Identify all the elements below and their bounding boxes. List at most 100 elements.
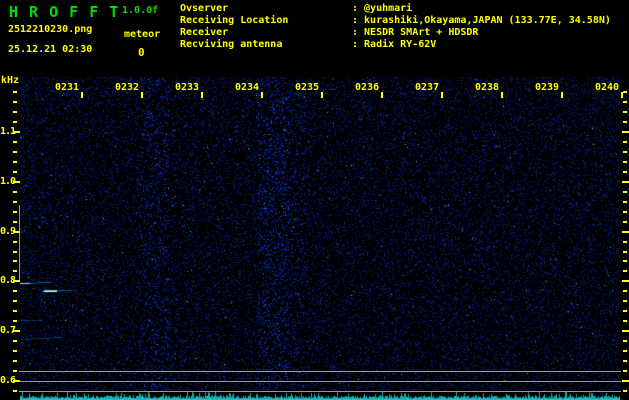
info-label: Receiver [180,27,229,38]
freq-tick-right [622,330,629,332]
time-tick [561,92,563,98]
time-tick [81,92,83,98]
time-tick [441,92,443,98]
time-tick-label: 0231 [55,82,80,93]
freq-tick-left [13,251,17,253]
freq-tick-right [623,320,627,322]
freq-tick-right [623,260,627,262]
freq-tick-label: 0.9 [0,226,16,237]
info-label: Ovserver [180,3,229,14]
freq-tick-left [13,91,17,93]
hrofft-screen: H R O F F T 1.0.0f 2512210230.png meteor… [0,0,629,400]
time-tick-label: 0238 [475,82,500,93]
freq-tick-right [623,370,627,372]
freq-tick-left [13,121,17,123]
freq-tick-right [623,121,627,123]
time-tick-label: 0239 [535,82,560,93]
freq-tick-right [623,151,627,153]
time-tick-label: 0233 [175,82,200,93]
freq-tick-label: 1.1 [0,126,16,137]
meteor-count: 0 [138,46,145,59]
time-tick-label: 0232 [115,82,140,93]
time-tick [621,92,623,98]
observation-tag: meteor [124,29,161,40]
freq-tick-left [13,161,17,163]
info-value: : @yuhmari [352,3,413,14]
freq-tick-left [13,111,17,113]
time-tick-label: 0236 [355,82,380,93]
station-info-row: Receiving Location : kurashiki,Okayama,JA… [180,15,611,27]
freq-tick-right [623,191,627,193]
time-tick-label: 0237 [415,82,440,93]
app-version: 1.0.0f [122,5,159,16]
freq-tick-right [622,380,629,382]
freq-tick-left [13,151,17,153]
freq-tick-right [623,340,627,342]
freq-tick-right [623,241,627,243]
info-label: Recviving antenna [180,39,283,50]
freq-tick-left [13,320,17,322]
freq-tick-right [623,101,627,103]
freq-tick-left [13,300,17,302]
freq-tick-label: 0.8 [0,275,16,286]
freq-tick-right [623,161,627,163]
freq-tick-right [623,390,627,392]
reference-line [19,391,621,392]
freq-tick-right [623,111,627,113]
freq-tick-left [13,360,17,362]
time-tick-label: 0240 [595,82,620,93]
time-tick-label: 0234 [235,82,260,93]
freq-tick-right [623,211,627,213]
freq-tick-left [13,201,17,203]
freq-tick-left [13,310,17,312]
time-tick [201,92,203,98]
freq-axis-unit-label: kHz [1,75,20,86]
info-value: : NESDR SMArt + HDSDR [352,27,479,38]
freq-tick-left [13,141,17,143]
freq-tick-right [623,171,627,173]
output-filename: 2512210230.png [8,24,93,35]
freq-tick-right [623,310,627,312]
freq-tick-left [13,241,17,243]
left-marker-line [19,205,20,282]
time-tick [141,92,143,98]
freq-tick-left [13,370,17,372]
freq-tick-right [622,280,629,282]
freq-tick-left [13,390,17,392]
reference-line [19,381,621,382]
freq-tick-right [623,251,627,253]
freq-tick-left [13,260,17,262]
observation-datetime: 25.12.21 02:30 [8,44,93,55]
station-info-row: Recviving antenna : Radix RY-62V [180,39,611,51]
freq-tick-right [623,91,627,93]
freq-tick-left [13,340,17,342]
freq-tick-left [13,221,17,223]
freq-tick-right [623,270,627,272]
info-value: : Radix RY-62V [352,39,437,50]
app-title: H R O F F T [9,3,120,21]
freq-tick-left [13,211,17,213]
time-tick [381,92,383,98]
freq-tick-right [622,231,629,233]
time-tick-label: 0235 [295,82,320,93]
time-tick [261,92,263,98]
freq-tick-right [622,181,629,183]
freq-tick-left [13,101,17,103]
freq-tick-right [623,201,627,203]
freq-tick-right [623,221,627,223]
freq-tick-left [13,290,17,292]
info-value: : kurashiki,Okayama,JAPAN (133.77E, 34.5… [352,15,611,26]
station-info-row: Ovserver : @yuhmari [180,3,611,15]
freq-tick-right [623,290,627,292]
freq-tick-right [623,300,627,302]
station-info-row: Receiver : NESDR SMArt + HDSDR [180,27,611,39]
freq-tick-left [13,270,17,272]
reference-line [19,371,621,372]
freq-tick-left [13,171,17,173]
freq-tick-left [13,350,17,352]
time-tick [501,92,503,98]
freq-tick-label: 0.6 [0,375,16,386]
freq-tick-label: 0.7 [0,325,16,336]
spectrogram-canvas [20,77,620,400]
info-label: Receiving Location [180,15,289,26]
